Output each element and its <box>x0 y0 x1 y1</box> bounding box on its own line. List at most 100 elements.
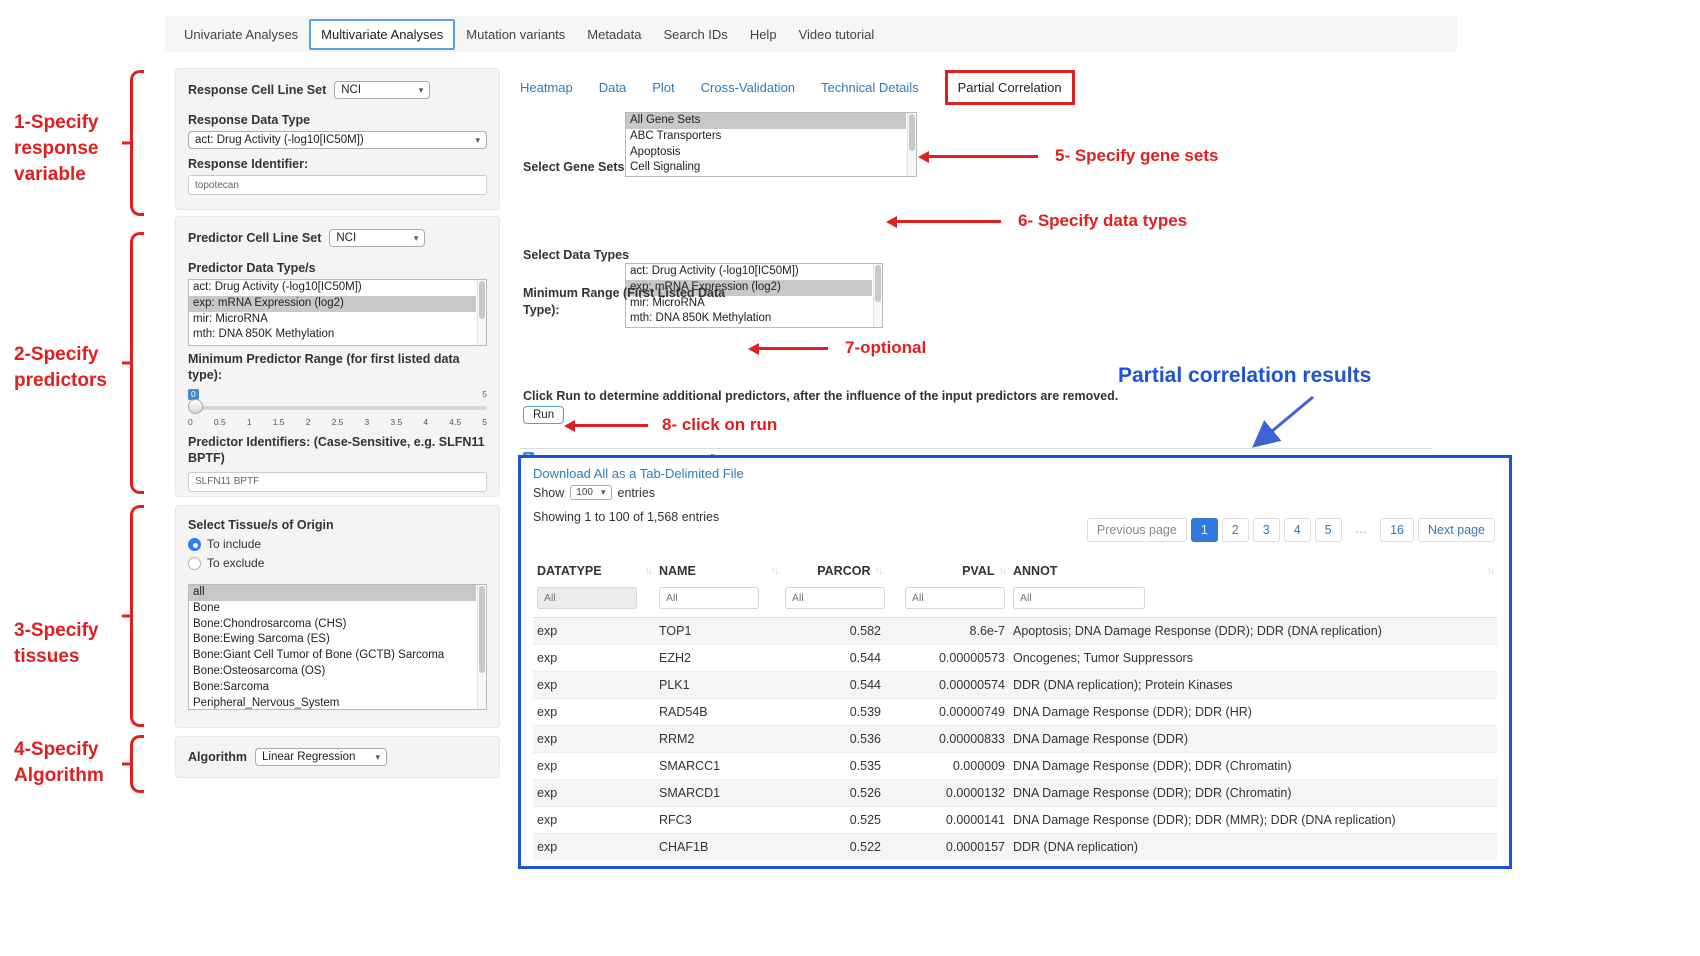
tab-technical-details[interactable]: Technical Details <box>821 80 919 95</box>
pagination-page-5[interactable]: 5 <box>1315 518 1342 542</box>
column-header-label: ANNOT <box>1013 564 1057 578</box>
scrollbar[interactable] <box>907 113 916 176</box>
predictor-min-range-label: Minimum Predictor Range (for first liste… <box>188 352 487 383</box>
scrollbar[interactable] <box>477 585 486 709</box>
pagination-page-4[interactable]: 4 <box>1284 518 1311 542</box>
listbox-option-bone-osteosarcoma-os[interactable]: Bone:Osteosarcoma (OS) <box>189 664 476 680</box>
blue-arrow-icon <box>1243 392 1321 454</box>
slider-tick-label: 2.5 <box>332 417 344 427</box>
predictor-identifiers-input[interactable] <box>188 472 487 492</box>
listbox-option-mir-microrna[interactable]: mir: MicroRNA <box>189 312 476 328</box>
filter-input-pval[interactable] <box>905 587 1005 609</box>
table-row[interactable]: expPLK10.5440.00000574DDR (DNA replicati… <box>533 672 1497 699</box>
column-header-annot[interactable]: ANNOT ↑↓ <box>1009 558 1497 584</box>
table-row[interactable]: expSMARCC10.5350.000009DNA Damage Respon… <box>533 753 1497 780</box>
scrollbar[interactable] <box>873 264 882 327</box>
algorithm-label: Algorithm <box>188 750 247 764</box>
response-identifier-input[interactable] <box>188 175 487 195</box>
nav-item-search-ids[interactable]: Search IDs <box>653 19 739 50</box>
run-button[interactable]: Run <box>523 406 564 424</box>
tissue-exclude-radio[interactable]: To exclude <box>188 556 487 570</box>
listbox-option-peripheral-nervous-system[interactable]: Peripheral_Nervous_System <box>189 696 476 710</box>
column-header-name[interactable]: NAME↑↓ <box>655 558 781 584</box>
listbox-option-cell-signaling[interactable]: Cell Signaling <box>626 160 906 176</box>
nav-item-help[interactable]: Help <box>739 19 788 50</box>
predictor-cell-line-set-select[interactable]: NCI ▾ <box>329 229 425 247</box>
scrollbar-thumb[interactable] <box>875 265 881 302</box>
response-data-type-select[interactable]: act: Drug Activity (-log10[IC50M]) ▾ <box>188 131 487 149</box>
tissue-include-radio[interactable]: To include <box>188 537 487 551</box>
filter-input-datatype[interactable] <box>537 587 637 609</box>
listbox-option-act-drug-activity-log10-ic50m[interactable]: act: Drug Activity (-log10[IC50M]) <box>626 264 872 280</box>
slider-tick-label: 3.5 <box>390 417 402 427</box>
nav-item-video-tutorial[interactable]: Video tutorial <box>788 19 886 50</box>
listbox-option-bone-ewing-sarcoma-es[interactable]: Bone:Ewing Sarcoma (ES) <box>189 632 476 648</box>
gene-sets-label: Select Gene Sets <box>523 160 624 174</box>
pagination-page-1[interactable]: 1 <box>1191 518 1218 542</box>
pagination-page-2[interactable]: 2 <box>1222 518 1249 542</box>
sort-icon[interactable]: ↑↓ <box>1487 565 1494 577</box>
slider-track[interactable] <box>188 406 487 410</box>
listbox-option-bone-sarcoma[interactable]: Bone:Sarcoma <box>189 680 476 696</box>
listbox-option-all[interactable]: all <box>189 585 476 601</box>
filter-input-name[interactable] <box>659 587 759 609</box>
response-cell-line-set-select[interactable]: NCI ▾ <box>334 81 430 99</box>
nav-item-mutation-variants[interactable]: Mutation variants <box>455 19 576 50</box>
sort-icon[interactable]: ↑↓ <box>771 565 778 577</box>
table-row[interactable]: expEZH20.5440.00000573Oncogenes; Tumor S… <box>533 645 1497 672</box>
page-size-select[interactable]: 100 ▾ <box>570 485 611 500</box>
tissue-listbox[interactable]: allBoneBone:Chondrosarcoma (CHS)Bone:Ewi… <box>188 584 487 710</box>
slider-handle[interactable] <box>188 399 203 414</box>
scrollbar[interactable] <box>477 280 486 345</box>
listbox-option-act-drug-activity-log10-ic50m[interactable]: act: Drug Activity (-log10[IC50M]) <box>189 280 476 296</box>
table-row[interactable]: expCHAF1B0.5220.0000157DDR (DNA replicat… <box>533 834 1497 861</box>
filter-cell <box>1009 584 1497 618</box>
nav-item-univariate-analyses[interactable]: Univariate Analyses <box>173 19 309 50</box>
tab-plot[interactable]: Plot <box>652 80 674 95</box>
tab-heatmap[interactable]: Heatmap <box>520 80 573 95</box>
predictor-data-types-listbox[interactable]: act: Drug Activity (-log10[IC50M])exp: m… <box>188 279 487 346</box>
scrollbar-thumb[interactable] <box>479 281 485 319</box>
listbox-option-all-gene-sets[interactable]: All Gene Sets <box>626 113 906 129</box>
tab-cross-validation[interactable]: Cross-Validation <box>701 80 795 95</box>
algorithm-select[interactable]: Linear Regression ▾ <box>255 748 387 766</box>
listbox-option-mth-dna-850k-methylation[interactable]: mth: DNA 850K Methylation <box>189 327 476 343</box>
table-row[interactable]: expRFC30.5250.0000141DNA Damage Response… <box>533 807 1497 834</box>
sort-icon[interactable]: ↑↓ <box>875 565 882 577</box>
table-row[interactable]: expRRM20.5360.00000833DNA Damage Respons… <box>533 726 1497 753</box>
table-cell: EZH2 <box>655 645 781 672</box>
download-link[interactable]: Download All as a Tab-Delimited File <box>533 466 1497 481</box>
previous-page-button[interactable]: Previous page <box>1087 518 1187 542</box>
next-page-button[interactable]: Next page <box>1418 518 1495 542</box>
table-row[interactable]: expRAD54B0.5390.00000749DNA Damage Respo… <box>533 699 1497 726</box>
tab-partial-correlation[interactable]: Partial Correlation <box>945 70 1075 105</box>
table-cell: 0.00000573 <box>885 645 1009 672</box>
filter-input-parcor[interactable] <box>785 587 885 609</box>
column-header-pval[interactable]: PVAL↑↓ <box>885 558 1009 584</box>
listbox-option-apoptosis[interactable]: Apoptosis <box>626 145 906 161</box>
filter-input-annot[interactable] <box>1013 587 1145 609</box>
annotation-step2: 2-Specify predictors <box>14 342 124 394</box>
select-value: NCI <box>341 84 361 96</box>
scrollbar-thumb[interactable] <box>909 114 915 151</box>
listbox-option-bone[interactable]: Bone <box>189 601 476 617</box>
listbox-option-exp-mrna-expression-log2[interactable]: exp: mRNA Expression (log2) <box>189 296 476 312</box>
column-header-datatype[interactable]: DATATYPE↑↓ <box>533 558 655 584</box>
nav-item-multivariate-analyses[interactable]: Multivariate Analyses <box>309 19 455 50</box>
scrollbar-thumb[interactable] <box>479 586 485 673</box>
sort-icon[interactable]: ↑↓ <box>645 565 652 577</box>
gene-sets-listbox[interactable]: All Gene SetsABC TransportersApoptosisCe… <box>625 112 917 177</box>
sort-icon[interactable]: ↑↓ <box>999 565 1006 577</box>
column-header-parcor[interactable]: PARCOR↑↓ <box>781 558 885 584</box>
listbox-option-bone-giant-cell-tumor-of-bone-gctb-sarcoma[interactable]: Bone:Giant Cell Tumor of Bone (GCTB) Sar… <box>189 648 476 664</box>
pagination-page-16[interactable]: 16 <box>1380 518 1414 542</box>
nav-item-metadata[interactable]: Metadata <box>576 19 652 50</box>
table-row[interactable]: expTOP10.5828.6e-7Apoptosis; DNA Damage … <box>533 618 1497 645</box>
listbox-option-bone-chondrosarcoma-chs[interactable]: Bone:Chondrosarcoma (CHS) <box>189 617 476 633</box>
tab-data[interactable]: Data <box>599 80 626 95</box>
listbox-option-abc-transporters[interactable]: ABC Transporters <box>626 129 906 145</box>
predictor-min-range-slider[interactable]: 0 5 00.511.522.533.544.55 <box>188 389 487 429</box>
table-row[interactable]: expSMARCD10.5260.0000132DNA Damage Respo… <box>533 780 1497 807</box>
top-nav: Univariate AnalysesMultivariate Analyses… <box>165 16 1457 52</box>
pagination-page-3[interactable]: 3 <box>1253 518 1280 542</box>
